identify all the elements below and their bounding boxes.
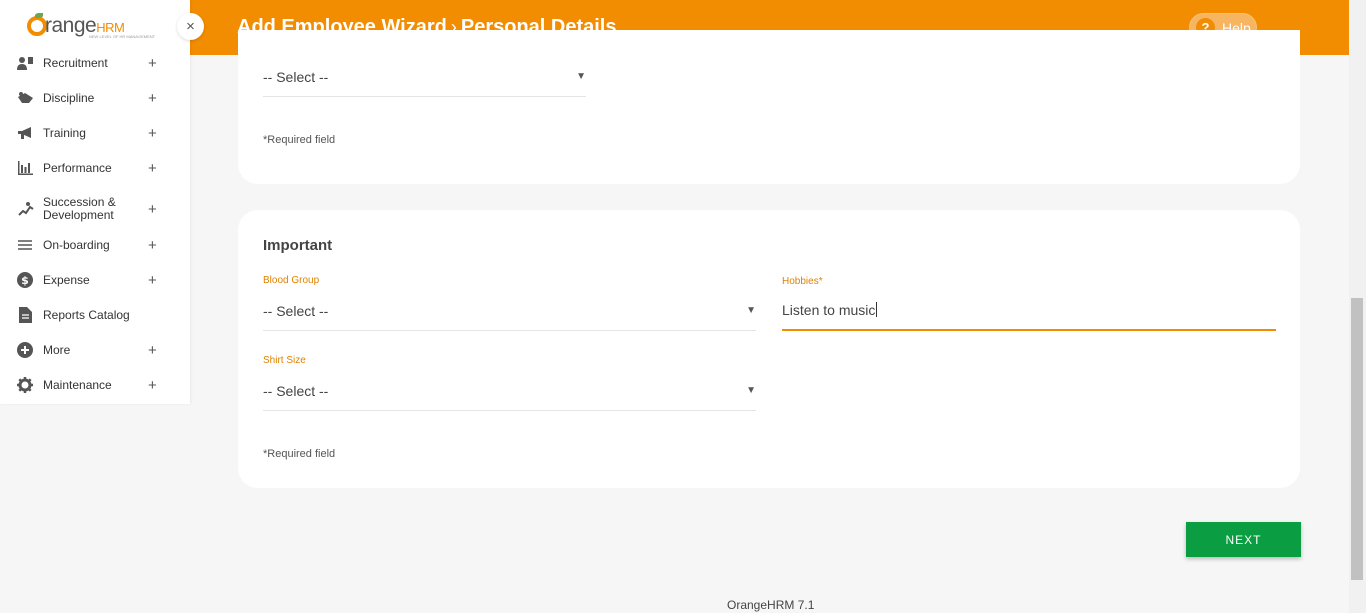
expand-plus-icon[interactable]: + (148, 342, 157, 359)
sidebar-item-reports-catalog[interactable]: Reports Catalog (0, 298, 190, 332)
sidebar-item-performance[interactable]: Performance + (0, 151, 190, 185)
sidebar-item-more[interactable]: More + (0, 333, 190, 367)
expand-plus-icon[interactable]: + (148, 272, 157, 289)
sidebar-item-label: Recruitment (43, 55, 108, 70)
onboarding-icon (16, 236, 34, 254)
select-value: -- Select -- (263, 383, 329, 399)
recruitment-icon (16, 54, 34, 72)
hobbies-label: Hobbies* (782, 276, 823, 287)
expand-plus-icon[interactable]: + (148, 377, 157, 394)
plus-circle-icon (16, 341, 34, 359)
required-field-note: *Required field (263, 134, 336, 146)
caret-down-icon: ▼ (746, 385, 756, 396)
caret-down-icon: ▼ (576, 71, 586, 82)
dollar-icon: $ (16, 271, 34, 289)
expand-plus-icon[interactable]: + (148, 237, 157, 254)
section-title: Important (263, 237, 333, 254)
hobbies-input[interactable]: Listen to music (782, 291, 1276, 331)
sidebar-item-succession[interactable]: Succession & Development + (0, 192, 190, 226)
expand-plus-icon[interactable]: + (148, 201, 157, 218)
vertical-scrollbar[interactable] (1349, 0, 1366, 613)
sidebar-item-maintenance[interactable]: Maintenance + (0, 368, 190, 402)
succession-icon (16, 200, 34, 218)
hobbies-value: Listen to music (782, 302, 876, 318)
megaphone-icon (16, 124, 34, 142)
sidebar-item-label: Training (43, 125, 86, 140)
expand-plus-icon[interactable]: + (148, 55, 157, 72)
sidebar-item-discipline[interactable]: Discipline + (0, 81, 190, 115)
expand-plus-icon[interactable]: + (148, 125, 157, 142)
sidebar: rangeHRM NEW LEVEL OF HR MANAGEMENT Recr… (0, 0, 190, 404)
sidebar-item-label: More (43, 342, 71, 357)
sidebar-item-label: Maintenance (43, 377, 112, 392)
select-value: -- Select -- (263, 69, 329, 85)
text-cursor (876, 302, 878, 317)
discipline-icon (16, 89, 34, 107)
expand-plus-icon[interactable]: + (148, 90, 157, 107)
sidebar-item-label: Discipline (43, 90, 95, 105)
sidebar-item-label: Expense (43, 272, 90, 287)
logo-hrm: HRM (96, 20, 125, 35)
sidebar-item-expense[interactable]: $ Expense + (0, 263, 190, 297)
logo-tagline: NEW LEVEL OF HR MANAGEMENT (89, 34, 156, 39)
next-button[interactable]: NEXT (1186, 522, 1301, 557)
sidebar-item-label: Performance (43, 160, 112, 175)
close-icon: × (186, 18, 195, 35)
sidebar-item-label: Succession & Development (43, 195, 116, 222)
sidebar-item-label: Reports Catalog (43, 307, 130, 322)
blood-group-label: Blood Group (263, 275, 320, 286)
logo-leaf-icon (35, 13, 43, 18)
expand-plus-icon[interactable]: + (148, 160, 157, 177)
personal-details-card: -- Select -- ▼ *Required field (238, 30, 1300, 184)
select-value: -- Select -- (263, 303, 329, 319)
shirt-size-label: Shirt Size (263, 355, 306, 366)
orangehrm-logo[interactable]: rangeHRM NEW LEVEL OF HR MANAGEMENT (27, 12, 167, 42)
shirt-size-select[interactable]: -- Select -- ▼ (263, 371, 756, 411)
important-card: Important Blood Group -- Select -- ▼ Hob… (238, 210, 1300, 488)
gear-icon (16, 376, 34, 394)
footer-version: OrangeHRM 7.1 (727, 598, 815, 612)
blood-group-select[interactable]: -- Select -- ▼ (263, 291, 756, 331)
select-field[interactable]: -- Select -- ▼ (263, 57, 586, 97)
collapse-sidebar-button[interactable]: × (177, 13, 204, 40)
caret-down-icon: ▼ (746, 305, 756, 316)
sidebar-item-label: On-boarding (43, 237, 110, 252)
sidebar-item-recruitment[interactable]: Recruitment + (0, 46, 190, 80)
bar-chart-icon (16, 159, 34, 177)
sidebar-item-onboarding[interactable]: On-boarding + (0, 228, 190, 262)
svg-text:$: $ (21, 274, 29, 287)
scrollbar-thumb[interactable] (1351, 298, 1363, 580)
document-icon (16, 306, 34, 324)
required-field-note: *Required field (263, 448, 336, 460)
logo-orange-icon (27, 16, 47, 36)
sidebar-item-training[interactable]: Training + (0, 116, 190, 150)
